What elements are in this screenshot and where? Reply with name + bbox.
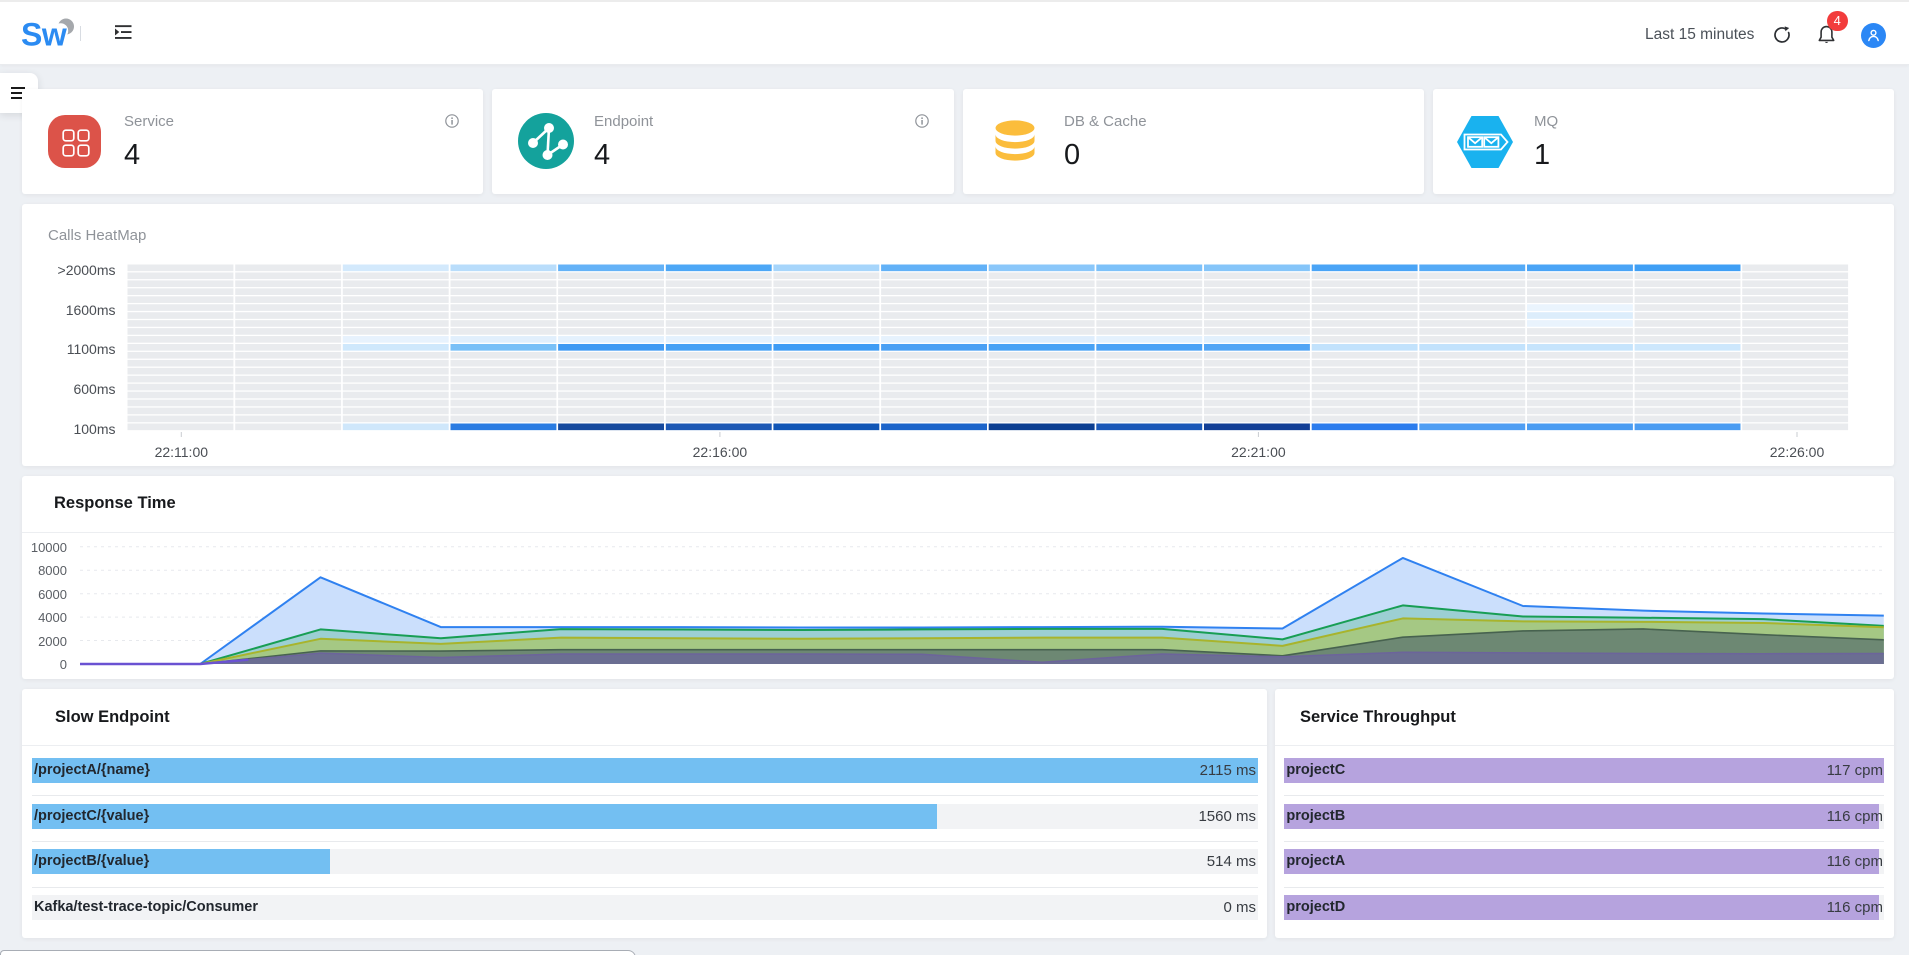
svg-text:Sw: Sw xyxy=(21,17,67,53)
